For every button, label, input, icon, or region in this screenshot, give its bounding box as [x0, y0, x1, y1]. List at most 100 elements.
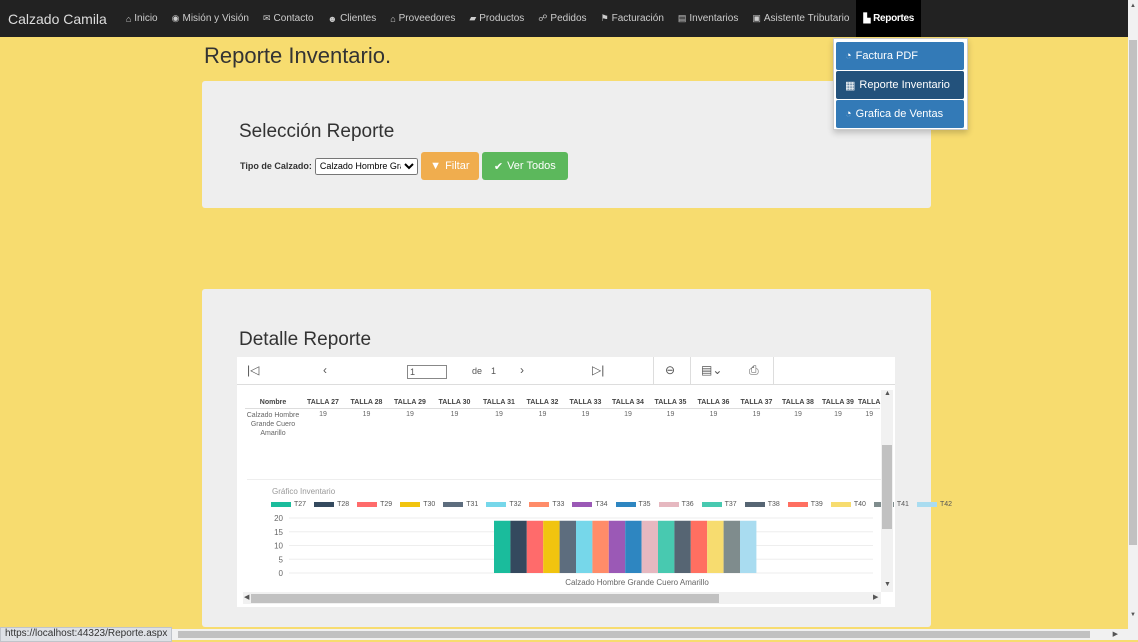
viewer-scroll-up-icon[interactable]: ▲ [884, 390, 891, 397]
export-save-icon[interactable]: ▤⌄ [701, 363, 722, 377]
bar-t35[interactable] [625, 520, 642, 573]
back-icon[interactable]: ⊖ [665, 363, 675, 377]
menu-item-grafica-de-ventas[interactable]: ◔ Grafica de Ventas [836, 100, 964, 128]
nav-item-label: Asistente Tributario [763, 13, 850, 24]
nav-pedidos[interactable]: ☍ Pedidos [531, 0, 593, 37]
view-all-button[interactable]: ✔ Ver Todos [481, 152, 568, 180]
column-header: TALLA 31 [477, 397, 521, 409]
selection-heading: Selección Reporte [239, 121, 395, 142]
report-viewer: Nombre TALLA 27 TALLA 28 TALLA 29 TALLA 30 TA… [237, 385, 952, 607]
bar-t41[interactable] [723, 520, 740, 573]
report-table: Nombre TALLA 27 TALLA 28 TALLA 29 TALLA 30 TA… [245, 397, 881, 441]
bar-t38[interactable] [674, 520, 691, 573]
viewer-scroll-down-icon[interactable]: ▼ [884, 581, 891, 588]
reportes-dropdown-menu: ◔ Factura PDF ▦ Reporte Inventario ◔ Grafica … [833, 38, 968, 130]
legend-item[interactable]: T42 [916, 501, 952, 508]
report-viewer-toolbar: |◁ ‹ 1 de 1 › ▷| ⊖ ▤⌄ ⎙ [237, 357, 895, 385]
menu-item-reporte-inventario[interactable]: ▦ Reporte Inventario [836, 71, 964, 99]
filter-button-label: Filtar [445, 160, 470, 172]
file-icon: ▙ [863, 13, 871, 23]
users-icon: ☻ [327, 13, 338, 24]
nav-asistente-tributario[interactable]: ▣ Asistente Tributario [745, 0, 856, 37]
view-all-label: Ver Todos [507, 160, 556, 172]
nav-item-label: Facturación [611, 13, 664, 24]
table-cell: 19 [581, 411, 590, 418]
tipo-calzado-select[interactable]: Calzado Hombre Gra [314, 157, 418, 175]
detail-heading: Detalle Reporte [239, 329, 372, 350]
nav-clientes[interactable]: ☻ Clientes [321, 0, 384, 37]
bar-t40[interactable] [707, 520, 724, 573]
nav-item-label: Proveedores [398, 13, 456, 24]
viewer-scroll-left-icon[interactable]: ◀ [244, 593, 249, 601]
table-cell: 19 [752, 411, 761, 418]
column-header: TALLA 30 [432, 397, 477, 409]
filter-button[interactable]: ▼ Filtar [420, 152, 479, 180]
brand-link[interactable]: Calzado Camila [0, 11, 119, 27]
nav-reportes[interactable]: ▙ Reportes [856, 0, 922, 37]
column-header: TALLA 35 [649, 397, 692, 409]
table-cell: 19 [450, 411, 459, 418]
nav-item-label: Reportes [873, 13, 915, 24]
nav-item-label: Inicio [134, 13, 158, 24]
bar-t36[interactable] [641, 520, 658, 573]
bar-t30[interactable] [543, 520, 560, 573]
scroll-right-icon[interactable]: ▶ [1113, 630, 1118, 638]
bar-t33[interactable] [592, 520, 609, 573]
nav-proveedores[interactable]: ⌂ Proveedores [383, 0, 462, 37]
y-tick-label: 0 [279, 569, 284, 578]
nav-misión-y-visión[interactable]: ◉ Misión y Visión [165, 0, 256, 37]
selection-panel: Selección Reporte Tipo de Calzado: Calza… [202, 81, 931, 208]
bar-t37[interactable] [658, 520, 675, 573]
column-header: TALLA 38 [778, 397, 818, 409]
table-cell: 19 [666, 411, 675, 418]
column-header: TALLA 33 [564, 397, 607, 409]
bar-t31[interactable] [559, 520, 576, 573]
nav-inventarios[interactable]: ▤ Inventarios [671, 0, 745, 37]
y-tick-label: 5 [279, 555, 284, 564]
nav-productos[interactable]: ▰ Productos [462, 0, 531, 37]
nav-contacto[interactable]: ✉ Contacto [256, 0, 321, 37]
nav-item-label: Inventarios [689, 13, 739, 24]
nav-item-label: Clientes [340, 13, 377, 24]
viewer-vscroll-thumb[interactable] [882, 445, 892, 529]
eye-icon: ◉ [171, 13, 180, 23]
handshake-icon: ☍ [538, 13, 548, 23]
next-page-icon[interactable]: › [520, 363, 524, 377]
scroll-down-icon[interactable]: ▼ [1130, 612, 1136, 618]
page-total: 1 [491, 366, 497, 376]
bar-t32[interactable] [576, 520, 593, 573]
print-icon[interactable]: ⎙ [749, 363, 759, 378]
table-row: Calzado Hombre Grande Cuero Amarillo 19 19… [245, 409, 880, 441]
nav-item-label: Contacto [273, 13, 314, 24]
bar-t27[interactable] [494, 520, 511, 573]
viewer-scroll-right-icon[interactable]: ▶ [873, 593, 878, 601]
page-vertical-scrollbar[interactable]: ▲ ▼ [1128, 0, 1138, 640]
last-page-icon[interactable]: ▷| [592, 363, 604, 377]
bar-t28[interactable] [510, 520, 527, 573]
page-scroll-thumb[interactable] [1129, 40, 1137, 545]
nav-inicio[interactable]: ⌂ Inicio [119, 0, 165, 37]
column-header: TALLA 32 [521, 397, 564, 409]
viewer-hscroll-thumb[interactable] [251, 594, 719, 603]
menu-item-factura-pdf[interactable]: ◔ Factura PDF [836, 42, 964, 70]
chart-svg: 20 15 10 5 0 Calzado Hombre Grande Cuero Ama… [274, 514, 873, 587]
toolbar-divider [690, 357, 691, 384]
table-cell: 19 [865, 411, 874, 418]
y-tick-label: 15 [274, 528, 283, 537]
column-header: TALLA 29 [388, 397, 432, 409]
toolbar-divider [773, 357, 774, 384]
scroll-up-icon[interactable]: ▲ [1130, 3, 1136, 9]
first-page-icon[interactable]: |◁ [247, 363, 259, 377]
bar-t29[interactable] [526, 520, 544, 573]
bar-t39[interactable] [690, 520, 708, 573]
page-hscroll-thumb[interactable] [178, 631, 1090, 638]
previous-page-icon[interactable]: ‹ [323, 363, 327, 377]
column-header: TALLA 37 [735, 397, 778, 409]
table-cell: 19 [624, 411, 632, 418]
bar-t42[interactable] [740, 520, 757, 573]
table-cell: 19 [319, 411, 327, 418]
bar-t34[interactable] [608, 520, 626, 573]
page-number-input[interactable]: 1 [407, 365, 447, 379]
nav-facturación[interactable]: ⚑ Facturación [594, 0, 671, 37]
envelope-icon: ✉ [263, 13, 271, 23]
